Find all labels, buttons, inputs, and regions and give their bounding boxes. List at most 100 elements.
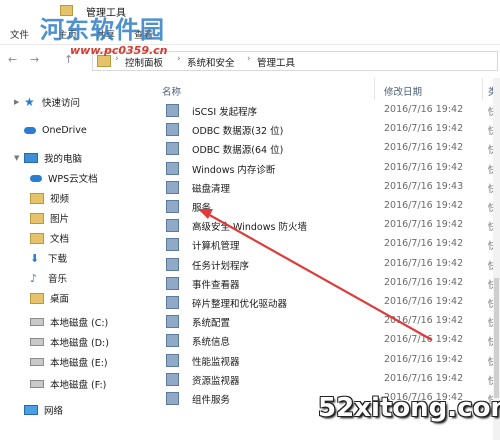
- file-name: 碎片整理和优化驱动器: [192, 299, 288, 310]
- tab-file[interactable]: 文件: [10, 27, 29, 41]
- list-item[interactable]: 系统配置2016/7/16 19:42快: [162, 311, 500, 330]
- list-item[interactable]: 系统信息2016/7/16 19:42快: [162, 330, 500, 349]
- sidebar-item-videos[interactable]: 视频: [30, 190, 69, 206]
- sidebar-item-label: 本地磁盘 (C:): [50, 318, 109, 329]
- file-name: 服务: [192, 203, 212, 214]
- sidebar-item-label: 快速访问: [42, 98, 81, 109]
- sidebar-item-drive-f[interactable]: 本地磁盘 (F:): [30, 376, 106, 392]
- sidebar-item-label: 本地磁盘 (D:): [50, 338, 109, 349]
- file-name: 计算机管理: [192, 241, 240, 253]
- sidebar-item-label: 我的电脑: [44, 154, 83, 165]
- music-icon: ♪: [30, 271, 38, 285]
- sidebar-item-label: 文档: [50, 234, 70, 245]
- file-date: 2016/7/16 19:42: [384, 161, 464, 173]
- sidebar-item-label: 桌面: [50, 294, 70, 305]
- shortcut-icon: [166, 334, 179, 348]
- back-button[interactable]: ←: [8, 53, 17, 66]
- shortcut-icon: [166, 315, 179, 329]
- list-item[interactable]: 性能监视器2016/7/16 19:42快: [162, 350, 500, 369]
- list-item[interactable]: 高级安全 Windows 防火墙2016/7/16 19:42快: [162, 215, 500, 234]
- column-divider[interactable]: [482, 78, 483, 100]
- picture-folder-icon: [30, 212, 44, 224]
- shortcut-icon: [166, 353, 179, 367]
- file-name: 磁盘清理: [192, 183, 231, 195]
- sidebar-item-wps-cloud[interactable]: WPS云文档: [30, 170, 98, 186]
- sidebar-item-music[interactable]: ♪ 音乐: [30, 270, 67, 286]
- file-name: 事件查看器: [192, 279, 240, 291]
- shortcut-icon: [166, 296, 179, 309]
- sidebar-item-pictures[interactable]: 图片: [30, 210, 69, 226]
- file-date: 2016/7/16 19:42: [384, 372, 464, 384]
- sidebar-item-network[interactable]: 网络: [24, 402, 63, 418]
- sidebar-item-drive-d[interactable]: 本地磁盘 (D:): [30, 334, 109, 350]
- list-item[interactable]: iSCSI 发起程序2016/7/16 19:42快: [162, 100, 500, 119]
- shortcut-icon: [166, 142, 179, 156]
- file-date: 2016/7/16 19:42: [384, 238, 464, 250]
- list-item[interactable]: ODBC 数据源(32 位)2016/7/16 19:42快: [162, 119, 500, 138]
- file-name: ODBC 数据源(64 位): [192, 145, 284, 157]
- drive-icon: [30, 338, 44, 346]
- shortcut-icon: [166, 180, 179, 194]
- drive-icon: [30, 318, 44, 326]
- file-name: 系统信息: [192, 337, 231, 349]
- sidebar-item-label: WPS云文档: [48, 174, 98, 185]
- shortcut-icon: [166, 257, 179, 271]
- sidebar-item-label: 视频: [50, 194, 70, 205]
- corner-watermark: 52xitong.com: [318, 393, 500, 423]
- column-divider[interactable]: [374, 78, 375, 100]
- shortcut-icon: [166, 104, 179, 117]
- list-item[interactable]: 资源监视器2016/7/16 19:42快: [162, 369, 500, 388]
- list-item[interactable]: 计算机管理2016/7/16 19:42快: [162, 234, 500, 253]
- list-item[interactable]: 碎片整理和优化驱动器2016/7/16 19:42快: [162, 292, 500, 311]
- list-item[interactable]: 磁盘清理2016/7/16 19:43快: [162, 177, 500, 196]
- breadcrumb-control-panel[interactable]: 控制面板: [125, 55, 163, 69]
- cloud-icon: [30, 174, 42, 182]
- file-date: 2016/7/16 19:42: [384, 296, 464, 307]
- file-date: 2016/7/16 19:42: [384, 315, 464, 327]
- column-header-name[interactable]: 名称: [162, 84, 181, 98]
- file-name: ODBC 数据源(32 位): [192, 126, 284, 138]
- breadcrumb-separator: ›: [247, 54, 251, 64]
- desktop-folder-icon: [30, 292, 44, 304]
- sidebar-item-label: 网络: [44, 406, 64, 417]
- shortcut-icon: [166, 372, 179, 386]
- list-item[interactable]: 事件查看器2016/7/16 19:42快: [162, 273, 500, 292]
- sidebar-item-documents[interactable]: 文档: [30, 230, 69, 246]
- cloud-icon: [24, 126, 36, 134]
- forward-button[interactable]: →: [30, 53, 39, 66]
- chevron-right-icon[interactable]: ▶: [14, 98, 19, 106]
- list-item[interactable]: 任务计划程序2016/7/16 19:42快: [162, 254, 500, 273]
- file-name: 组件服务: [192, 395, 231, 406]
- file-date: 2016/7/16 19:42: [384, 353, 464, 365]
- file-name: Windows 内存诊断: [192, 164, 276, 176]
- computer-icon: [24, 153, 38, 163]
- list-item[interactable]: Windows 内存诊断2016/7/16 19:42快: [162, 158, 500, 177]
- site-url-watermark: www.pc0359.cn: [70, 44, 168, 57]
- sidebar-item-my-computer[interactable]: 我的电脑: [24, 150, 82, 166]
- shortcut-icon: [166, 219, 179, 233]
- shortcut-icon: [166, 392, 179, 405]
- vertical-scrollbar[interactable]: [493, 78, 500, 440]
- list-item[interactable]: ODBC 数据源(64 位)2016/7/16 19:42快: [162, 138, 500, 157]
- list-item[interactable]: 服务2016/7/16 19:42快: [162, 196, 500, 215]
- sidebar-item-label: 本地磁盘 (E:): [50, 358, 108, 369]
- column-header-date[interactable]: 修改日期: [384, 84, 422, 98]
- file-date: 2016/7/16 19:42: [384, 123, 464, 135]
- download-icon: ⬇: [30, 251, 40, 265]
- breadcrumb-admin-tools[interactable]: 管理工具: [257, 55, 295, 69]
- file-name: iSCSI 发起程序: [192, 107, 258, 118]
- sidebar-item-drive-c[interactable]: 本地磁盘 (C:): [30, 314, 108, 330]
- sidebar-item-drive-e[interactable]: 本地磁盘 (E:): [30, 354, 108, 370]
- scrollbar-thumb[interactable]: [494, 278, 499, 398]
- chevron-down-icon[interactable]: ▼: [14, 154, 19, 162]
- sidebar-item-desktop[interactable]: 桌面: [30, 290, 69, 306]
- breadcrumb-system-security[interactable]: 系统和安全: [187, 55, 235, 69]
- sidebar-item-quick-access[interactable]: ★ 快速访问: [24, 94, 80, 110]
- file-name: 资源监视器: [192, 375, 240, 387]
- sidebar-item-label: 图片: [50, 214, 70, 225]
- sidebar-item-downloads[interactable]: ⬇ 下载: [30, 250, 67, 266]
- sidebar-item-onedrive[interactable]: OneDrive: [24, 122, 87, 138]
- sidebar-item-label: 下载: [48, 254, 68, 265]
- file-date: 2016/7/16 19:42: [384, 334, 464, 346]
- shortcut-icon: [166, 161, 179, 175]
